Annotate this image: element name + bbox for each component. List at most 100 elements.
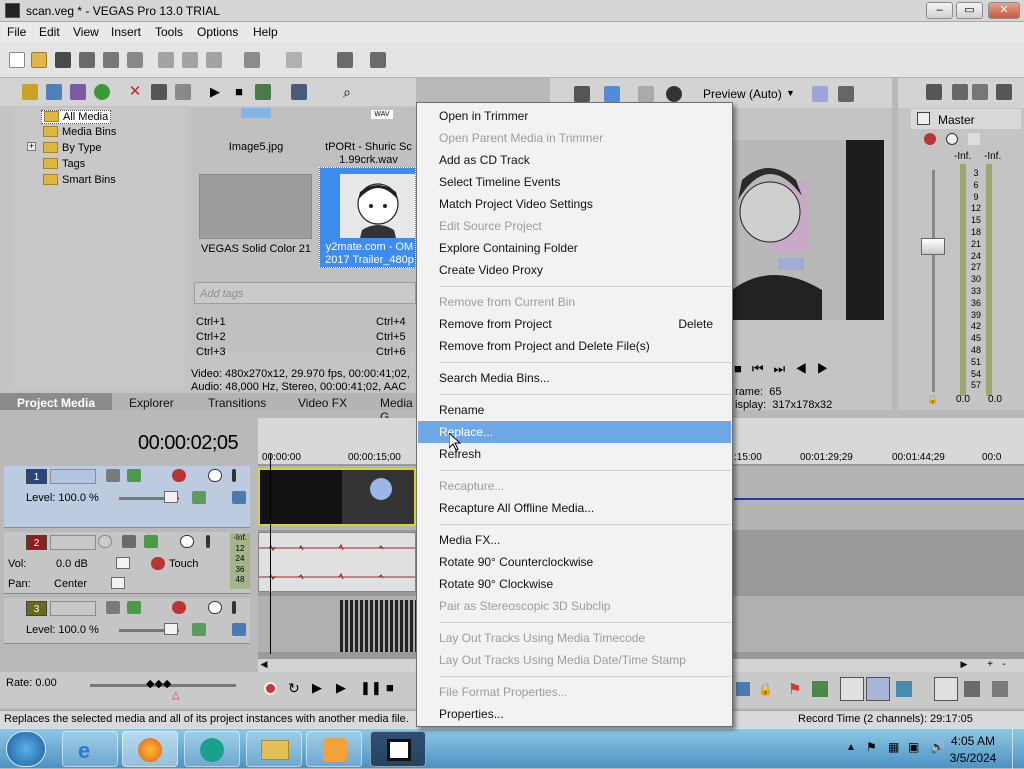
track-arrow-icon[interactable] xyxy=(232,623,246,636)
tag-shortcut[interactable]: Ctrl+2 xyxy=(196,331,226,343)
taskbar-date[interactable]: 3/5/2024 xyxy=(944,751,1002,765)
track-composite-icon[interactable] xyxy=(127,601,141,614)
open-folder-icon[interactable] xyxy=(31,52,47,68)
master-solo-icon[interactable] xyxy=(968,133,980,145)
tab-project-media[interactable]: Project Media xyxy=(17,396,95,410)
context-menu-item-add-as-cd-track[interactable]: Add as CD Track xyxy=(418,149,731,171)
taskbar-clock[interactable]: 4:05 AM xyxy=(944,734,1002,748)
remove-media-icon[interactable]: ✕ xyxy=(127,84,143,100)
pause-icon[interactable]: ❚❚ xyxy=(360,680,382,696)
undo-icon[interactable] xyxy=(244,52,260,68)
lock-icon[interactable]: 🔒 xyxy=(927,394,938,405)
context-menu-item-properties[interactable]: Properties... xyxy=(418,703,731,725)
paste-icon[interactable] xyxy=(206,52,222,68)
taskbar-media-player-icon[interactable] xyxy=(306,731,362,767)
media-properties-icon[interactable] xyxy=(151,84,167,100)
taskbar-ie-icon[interactable]: e xyxy=(62,731,118,767)
context-menu-item-refresh[interactable]: Refresh xyxy=(418,443,731,465)
auto-preview-icon[interactable] xyxy=(255,84,271,100)
tag-shortcut[interactable]: Ctrl+6 xyxy=(376,346,406,358)
context-menu-item-create-video-proxy[interactable]: Create Video Proxy xyxy=(418,259,731,281)
track-fx-icon[interactable] xyxy=(151,557,165,570)
invert-phase-icon[interactable] xyxy=(122,535,136,548)
stop-icon[interactable]: ■ xyxy=(386,680,394,695)
tag-shortcut[interactable]: Ctrl+5 xyxy=(376,331,406,343)
tag-shortcut[interactable]: Ctrl+3 xyxy=(196,346,226,358)
search-icon[interactable]: ⌕ xyxy=(339,84,355,100)
automation-mode[interactable]: Touch xyxy=(169,558,198,570)
video-event-3[interactable] xyxy=(340,600,416,652)
add-tags-field[interactable]: Add tags xyxy=(194,282,416,304)
show-desktop-button[interactable] xyxy=(1012,729,1024,769)
track-fx-icon[interactable] xyxy=(172,601,186,614)
menu-help[interactable]: Help xyxy=(253,25,278,39)
context-menu-item-rename[interactable]: Rename xyxy=(418,399,731,421)
context-menu-item-open-in-trimmer[interactable]: Open in Trimmer xyxy=(418,105,731,127)
scroll-right-icon[interactable]: ▶ xyxy=(958,659,970,671)
expand-icon[interactable]: + xyxy=(27,142,36,151)
selected-media-video[interactable]: y2mate.com - OM 2017 Trailer_480p xyxy=(319,167,416,268)
downmix-icon[interactable] xyxy=(972,84,988,100)
save-as-icon[interactable] xyxy=(79,52,95,68)
rate-slider-thumb[interactable]: ◆◆◆ xyxy=(146,677,171,690)
context-menu-item-search-media-bins[interactable]: Search Media Bins... xyxy=(418,367,731,389)
track-button-icon[interactable] xyxy=(192,623,206,636)
overlays-icon[interactable] xyxy=(812,86,828,102)
context-menu-item-select-timeline-events[interactable]: Select Timeline Events xyxy=(418,171,731,193)
redo-icon[interactable] xyxy=(286,52,302,68)
context-menu-item-remove-from-project-and-delete-file-s[interactable]: Remove from Project and Delete File(s) xyxy=(418,335,731,357)
meters-icon[interactable] xyxy=(996,84,1012,100)
start-button-icon[interactable] xyxy=(6,731,46,767)
edit-tool-icon[interactable] xyxy=(337,52,353,68)
audio-fx-icon[interactable] xyxy=(144,535,158,548)
lock-events-icon[interactable] xyxy=(992,681,1008,697)
track-motion-icon[interactable] xyxy=(106,601,120,614)
record-arm-icon[interactable] xyxy=(98,535,112,548)
tag-shortcut[interactable]: Ctrl+4 xyxy=(376,316,406,328)
save-icon[interactable] xyxy=(55,52,71,68)
normal-edit-tool-icon[interactable] xyxy=(840,677,864,701)
envelope-edit-tool-icon[interactable] xyxy=(866,677,890,701)
tag-shortcut[interactable]: Ctrl+1 xyxy=(196,316,226,328)
scroll-left-icon[interactable]: ◀ xyxy=(258,659,270,671)
context-menu-item-recapture-all-offline-media[interactable]: Recapture All Offline Media... xyxy=(418,497,731,519)
taskbar-app-icon[interactable] xyxy=(184,731,240,767)
views-icon[interactable] xyxy=(291,84,307,100)
mixer-icon[interactable] xyxy=(952,84,968,100)
playhead-cursor[interactable] xyxy=(270,454,271,654)
track-header-video-1[interactable]: 1 Level: 100.0 % xyxy=(4,466,250,528)
record-icon[interactable] xyxy=(264,682,277,695)
marker-icon[interactable]: ⚑ xyxy=(788,680,801,698)
context-menu-item-replace[interactable]: Replace... xyxy=(418,421,731,443)
mute-icon[interactable] xyxy=(208,469,222,482)
image-thumbnail[interactable] xyxy=(241,108,271,118)
copy-snapshot-icon[interactable] xyxy=(838,86,854,102)
region-icon[interactable] xyxy=(812,681,828,697)
track-name-field[interactable] xyxy=(50,469,96,484)
context-menu-item-explore-containing-folder[interactable]: Explore Containing Folder xyxy=(418,237,731,259)
tray-flag-icon[interactable]: ⚑ xyxy=(866,740,877,754)
import-media-icon[interactable] xyxy=(22,84,38,100)
loop-icon[interactable]: ↻ xyxy=(288,680,300,697)
master-mute-icon[interactable] xyxy=(946,133,958,145)
track-header-audio-2[interactable]: 2 Vol: 0.0 dB Touch Pan: Center -Inf. 12… xyxy=(4,532,250,594)
zoom-in-icon[interactable]: + xyxy=(984,659,996,671)
tray-volume-icon[interactable]: 🔊 xyxy=(930,740,945,754)
menu-edit[interactable]: Edit xyxy=(39,25,60,39)
preview-fx-icon[interactable] xyxy=(638,86,654,102)
mute-icon[interactable] xyxy=(208,601,222,614)
split-screen-icon[interactable] xyxy=(666,86,682,102)
tray-app-icon[interactable]: ▦ xyxy=(888,740,899,754)
master-fader-handle[interactable] xyxy=(921,238,945,255)
track-name-field[interactable] xyxy=(50,535,96,550)
stop-icon[interactable]: ■ xyxy=(231,84,247,100)
extract-audio-icon[interactable] xyxy=(94,84,110,100)
solo-icon[interactable] xyxy=(232,601,236,614)
level-slider-thumb[interactable] xyxy=(164,623,178,635)
close-button[interactable]: ✕ xyxy=(988,2,1020,19)
tree-smart-bins[interactable]: Smart Bins xyxy=(43,174,116,186)
preview-properties-icon[interactable] xyxy=(574,86,590,102)
whats-this-icon[interactable] xyxy=(370,52,386,68)
track-button-icon[interactable] xyxy=(192,491,206,504)
pan-slider-thumb[interactable] xyxy=(111,577,125,589)
